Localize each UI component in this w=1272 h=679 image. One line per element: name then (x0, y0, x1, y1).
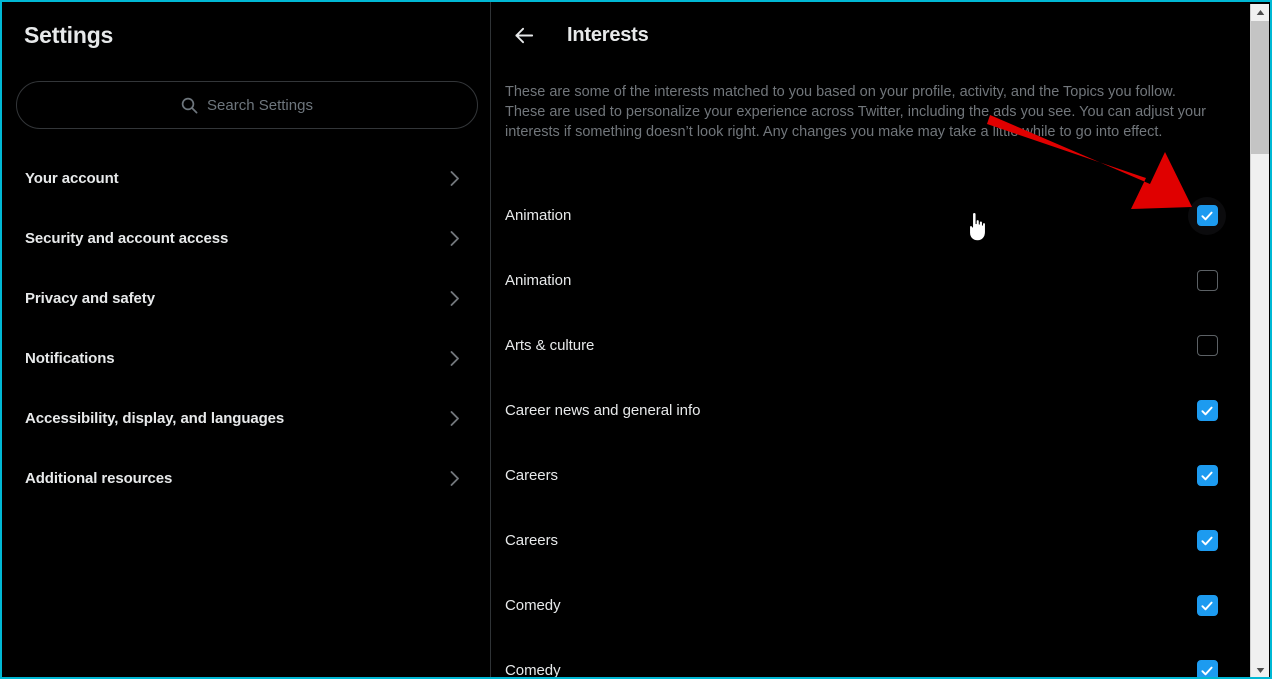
scroll-down-arrow-icon[interactable] (1251, 662, 1269, 677)
interest-row[interactable]: Career news and general info (491, 378, 1252, 443)
interest-checkbox-hit-area[interactable] (1188, 587, 1226, 625)
sidebar-item-accessibility-display-and-languages[interactable]: Accessibility, display, and languages (2, 388, 491, 448)
check-icon (1201, 406, 1213, 415)
sidebar-item-label: Additional resources (25, 469, 173, 487)
browser-page: Settings Search Settings Your account Se… (0, 0, 1272, 679)
checkbox-checked[interactable] (1196, 530, 1218, 551)
sidebar-item-label: Accessibility, display, and languages (25, 409, 285, 427)
interest-row[interactable]: Comedy (491, 573, 1252, 638)
panel-title: Interests (567, 23, 649, 46)
interest-label: Careers (505, 532, 558, 549)
check-icon (1201, 666, 1213, 675)
interest-label: Careers (505, 467, 558, 484)
scroll-up-arrow-icon[interactable] (1251, 4, 1269, 21)
checkbox-unchecked[interactable] (1196, 270, 1218, 291)
vertical-scrollbar[interactable] (1250, 4, 1269, 677)
interest-checkbox-hit-area[interactable] (1188, 196, 1226, 235)
interest-row[interactable]: Arts & culture (491, 313, 1252, 378)
interests-panel: Interests These are some of the interest… (491, 2, 1252, 677)
interests-description: These are some of the interests matched … (505, 84, 1206, 140)
sidebar-item-your-account[interactable]: Your account (2, 148, 491, 208)
chevron-right-icon (449, 289, 461, 308)
interest-row[interactable]: Animation (491, 183, 1252, 248)
sidebar-item-label: Security and account access (25, 229, 229, 247)
checkbox-checked[interactable] (1196, 400, 1218, 421)
settings-sidebar: Settings Search Settings Your account Se… (2, 2, 491, 677)
sidebar-item-label: Your account (25, 169, 119, 187)
chevron-right-icon (449, 409, 461, 428)
interest-checkbox-hit-area[interactable] (1188, 262, 1226, 300)
checkbox-checked[interactable] (1196, 595, 1218, 616)
search-settings-box[interactable]: Search Settings (16, 81, 478, 129)
checkbox-checked[interactable] (1196, 465, 1218, 486)
checkbox-checked[interactable] (1196, 205, 1218, 226)
panel-header: Interests (491, 2, 1252, 68)
chevron-right-icon (449, 229, 461, 248)
interest-label: Animation (505, 272, 572, 289)
chevron-right-icon (449, 169, 461, 188)
interest-label: Career news and general info (505, 402, 701, 419)
interest-row[interactable]: Comedy (491, 638, 1252, 677)
interest-checkbox-hit-area[interactable] (1188, 392, 1226, 430)
interest-label: Comedy (505, 662, 561, 677)
interest-checkbox-hit-area[interactable] (1188, 327, 1226, 365)
interest-label: Animation (505, 207, 572, 224)
interests-list: Animation Animation Arts & culture Caree… (491, 183, 1252, 677)
arrow-left-icon[interactable] (506, 17, 542, 53)
interest-row[interactable]: Careers (491, 508, 1252, 573)
sidebar-item-label: Privacy and safety (25, 289, 155, 307)
sidebar-item-security-and-account-access[interactable]: Security and account access (2, 208, 491, 268)
check-icon (1201, 211, 1213, 220)
search-icon (181, 97, 198, 114)
check-icon (1201, 601, 1213, 610)
interest-checkbox-hit-area[interactable] (1188, 652, 1226, 677)
interest-checkbox-hit-area[interactable] (1188, 457, 1226, 495)
sidebar-item-privacy-and-safety[interactable]: Privacy and safety (2, 268, 491, 328)
interest-row[interactable]: Careers (491, 443, 1252, 508)
chevron-right-icon (449, 349, 461, 368)
interest-checkbox-hit-area[interactable] (1188, 522, 1226, 560)
sidebar-item-additional-resources[interactable]: Additional resources (2, 448, 491, 508)
interest-label: Comedy (505, 597, 561, 614)
settings-viewport: Settings Search Settings Your account Se… (2, 2, 1252, 677)
sidebar-item-label: Notifications (25, 349, 115, 367)
interest-label: Arts & culture (505, 337, 595, 354)
scrollbar-thumb[interactable] (1251, 21, 1269, 154)
check-icon (1201, 471, 1213, 480)
search-input-placeholder[interactable]: Search Settings (207, 97, 313, 114)
sidebar-item-notifications[interactable]: Notifications (2, 328, 491, 388)
sidebar-nav-list: Your account Security and account access… (2, 148, 491, 508)
checkbox-checked[interactable] (1196, 660, 1218, 677)
checkbox-unchecked[interactable] (1196, 335, 1218, 356)
page-title: Settings (24, 22, 114, 48)
chevron-right-icon (449, 469, 461, 488)
scrollbar-track[interactable] (1251, 21, 1269, 662)
interest-row[interactable]: Animation (491, 248, 1252, 313)
check-icon (1201, 536, 1213, 545)
